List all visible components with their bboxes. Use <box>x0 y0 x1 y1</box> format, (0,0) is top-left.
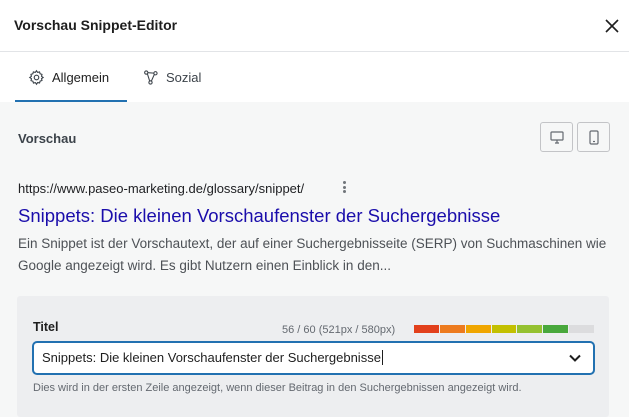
chevron-down-icon[interactable] <box>566 349 584 367</box>
tab-general[interactable]: Allgemein <box>28 53 109 102</box>
share-icon <box>142 69 159 86</box>
tab-bar: Allgemein Sozial <box>0 53 629 102</box>
serp-title[interactable]: Snippets: Die kleinen Vorschaufenster de… <box>18 205 500 227</box>
progress-segment <box>569 325 595 333</box>
close-icon <box>605 19 619 33</box>
serp-url: https://www.paseo-marketing.de/glossary/… <box>18 181 305 196</box>
close-button[interactable] <box>595 10 629 42</box>
title-length-progress-bar <box>414 325 595 333</box>
progress-segment <box>414 325 439 333</box>
progress-segment <box>439 325 465 333</box>
title-input-value: Snippets: Die kleinen Vorschaufenster de… <box>42 350 381 365</box>
progress-segment <box>465 325 491 333</box>
title-length-counter: 56 / 60 (521px / 580px) <box>282 324 396 336</box>
desktop-preview-button[interactable] <box>540 122 573 152</box>
title-field-label: Titel <box>33 320 59 334</box>
desktop-icon <box>549 130 564 144</box>
progress-segment <box>543 325 569 333</box>
gear-icon <box>28 69 45 86</box>
preview-heading: Vorschau <box>18 131 77 146</box>
title-input[interactable]: Snippets: Die kleinen Vorschaufenster de… <box>33 342 594 374</box>
progress-segment <box>517 325 543 333</box>
text-cursor <box>381 350 383 365</box>
progress-segment <box>491 325 517 333</box>
dialog-header: Vorschau Snippet-Editor <box>0 0 629 52</box>
mobile-preview-button[interactable] <box>577 122 610 152</box>
serp-description: Ein Snippet ist der Vorschautext, der au… <box>18 236 607 273</box>
tab-social-label: Sozial <box>166 70 202 85</box>
title-help-text: Dies wird in der ersten Zeile angezeigt,… <box>33 382 522 394</box>
tab-social[interactable]: Sozial <box>142 53 201 102</box>
mobile-icon <box>588 129 599 145</box>
more-options-icon[interactable] <box>339 179 349 195</box>
dialog-title: Vorschau Snippet-Editor <box>14 17 178 33</box>
tab-general-label: Allgemein <box>52 70 110 85</box>
